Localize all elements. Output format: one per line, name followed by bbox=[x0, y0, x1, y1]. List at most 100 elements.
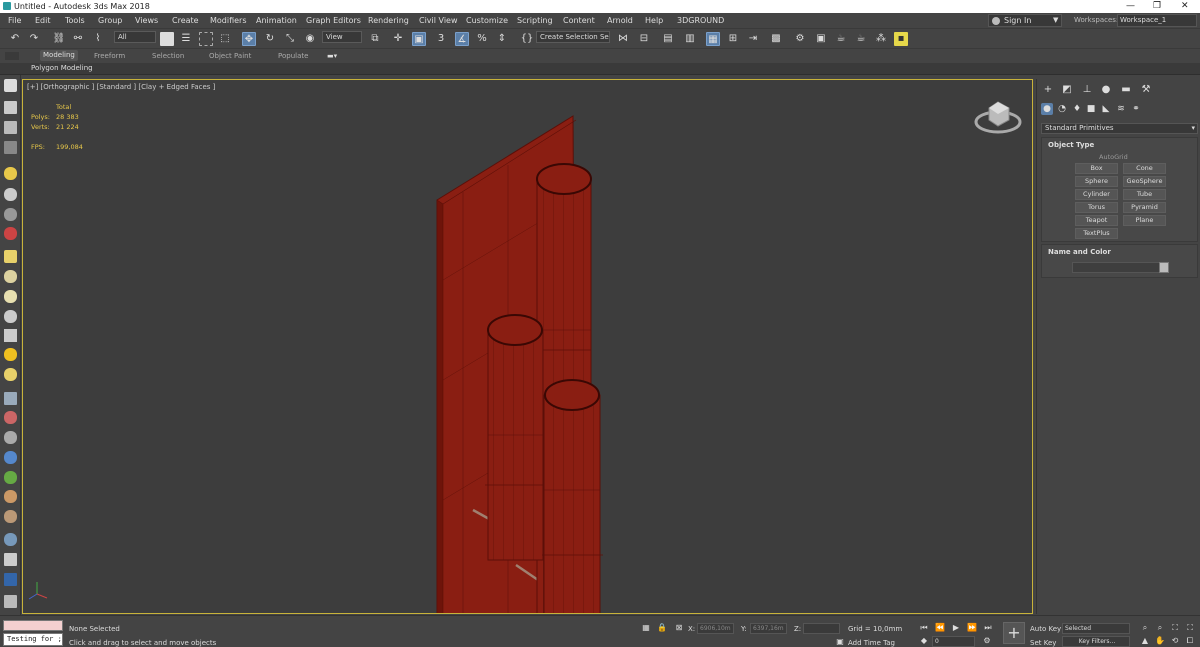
maximize-viewport-icon[interactable]: ⧠ bbox=[1185, 636, 1195, 646]
viewport[interactable]: [+] [Orthographic ] [Standard ] [Clay + … bbox=[22, 79, 1033, 614]
sun-icon[interactable] bbox=[4, 348, 17, 361]
cone-icon[interactable] bbox=[4, 329, 17, 342]
create-tab-icon[interactable]: + bbox=[1041, 83, 1055, 97]
undo-icon[interactable]: ↶ bbox=[8, 32, 22, 46]
go-to-end-icon[interactable]: ⏭ bbox=[983, 623, 993, 633]
hierarchy-tab-icon[interactable]: ⊥ bbox=[1080, 83, 1094, 97]
workspace-select[interactable]: Workspace_1 bbox=[1117, 14, 1197, 27]
material-sphere-icon[interactable] bbox=[4, 533, 17, 546]
polygon-modeling-label[interactable]: Polygon Modeling bbox=[31, 64, 93, 72]
torus-icon[interactable] bbox=[4, 310, 17, 323]
snaps-toggle-icon[interactable]: 3 bbox=[434, 32, 448, 46]
torus-button[interactable]: Torus bbox=[1075, 202, 1118, 213]
menu-content[interactable]: Content bbox=[563, 16, 595, 25]
menu-scripting[interactable]: Scripting bbox=[517, 16, 553, 25]
select-object-icon[interactable] bbox=[160, 32, 174, 46]
render-production-icon[interactable]: ☕ bbox=[834, 32, 848, 46]
key-mode-icon[interactable]: ◆ bbox=[919, 636, 929, 646]
minimize-button[interactable]: — bbox=[1126, 1, 1135, 11]
select-and-scale-icon[interactable]: ⤡ bbox=[283, 32, 297, 46]
play-icon[interactable]: ▶ bbox=[951, 623, 961, 633]
angle-snap-icon[interactable]: ∡ bbox=[455, 32, 469, 46]
globe-icon[interactable] bbox=[4, 451, 17, 464]
layout-grid-icon[interactable] bbox=[4, 121, 17, 134]
pivot-center-icon[interactable]: ⧉ bbox=[368, 32, 382, 46]
zoom-all-icon[interactable]: ⌕ bbox=[1155, 623, 1165, 633]
tab-freeform[interactable]: Freeform bbox=[94, 52, 125, 60]
menu-group[interactable]: Group bbox=[98, 16, 122, 25]
a360-gallery-icon[interactable]: ▪ bbox=[894, 32, 908, 46]
percent-snap-icon[interactable]: % bbox=[475, 32, 489, 46]
modify-tab-icon[interactable]: ◩ bbox=[1060, 83, 1074, 97]
object-color-swatch[interactable] bbox=[1159, 262, 1169, 273]
menu-file[interactable]: File bbox=[8, 16, 21, 25]
tab-modeling[interactable]: Modeling bbox=[40, 50, 78, 61]
cylinder-button[interactable]: Cylinder bbox=[1075, 189, 1118, 200]
tab-selection[interactable]: Selection bbox=[152, 52, 184, 60]
field-of-view-icon[interactable]: ▲ bbox=[1140, 636, 1150, 646]
key-filters-button[interactable]: Key Filters... bbox=[1062, 636, 1130, 647]
camera-icon[interactable] bbox=[4, 188, 17, 201]
primitive-category-select[interactable]: Standard Primitives ▾ bbox=[1041, 123, 1198, 134]
menu-edit[interactable]: Edit bbox=[35, 16, 51, 25]
cone-button[interactable]: Cone bbox=[1123, 163, 1166, 174]
menu-civil-view[interactable]: Civil View bbox=[419, 16, 458, 25]
light-bulb-icon[interactable] bbox=[4, 167, 17, 180]
selection-filter-select[interactable]: All bbox=[114, 31, 156, 43]
menu-help[interactable]: Help bbox=[645, 16, 663, 25]
z-coord-field[interactable] bbox=[803, 623, 840, 634]
unlink-icon[interactable]: ⚯ bbox=[71, 32, 85, 46]
tube-button[interactable]: Tube bbox=[1123, 189, 1166, 200]
next-frame-icon[interactable]: ⏩ bbox=[967, 623, 977, 633]
keyboard-shortcut-toggle-icon[interactable]: ▣ bbox=[412, 32, 426, 46]
spacewarp-icon[interactable] bbox=[4, 227, 17, 240]
curve-editor-icon[interactable]: ⊞ bbox=[726, 32, 740, 46]
tab-object-paint[interactable]: Object Paint bbox=[209, 52, 251, 60]
set-key-big-icon[interactable]: + bbox=[1003, 622, 1025, 644]
particle-icon[interactable] bbox=[4, 411, 17, 424]
selection-lock-icon[interactable]: 🔒 bbox=[657, 623, 667, 633]
disc-icon[interactable] bbox=[4, 368, 17, 381]
maxscript-output[interactable] bbox=[3, 620, 63, 631]
current-frame-field[interactable]: 0 bbox=[932, 636, 975, 647]
render-setup-side-icon[interactable] bbox=[4, 553, 17, 566]
manipulate-icon[interactable]: ✛ bbox=[391, 32, 405, 46]
plane-button[interactable]: Plane bbox=[1123, 215, 1166, 226]
helper-icon[interactable] bbox=[4, 208, 17, 221]
sphere-icon[interactable] bbox=[4, 290, 17, 303]
zoom-icon[interactable]: ⌕ bbox=[1140, 623, 1150, 633]
y-coord-field[interactable]: 6397,16m bbox=[750, 623, 787, 634]
render-setup-icon[interactable]: ⚙ bbox=[793, 32, 807, 46]
geometry-icon[interactable]: ● bbox=[1041, 103, 1053, 115]
bind-space-warp-icon[interactable]: ⌇ bbox=[91, 32, 105, 46]
autogrid-checkbox[interactable]: AutoGrid bbox=[1099, 153, 1128, 161]
object-type-title[interactable]: Object Type bbox=[1048, 141, 1094, 149]
restore-button[interactable]: ❐ bbox=[1153, 1, 1161, 11]
schematic-view-icon[interactable]: ⇥ bbox=[746, 32, 760, 46]
x-coord-field[interactable]: 6906,10m bbox=[697, 623, 734, 634]
go-to-start-icon[interactable]: ⏮ bbox=[919, 623, 929, 633]
motion-tab-icon[interactable]: ● bbox=[1099, 83, 1113, 97]
lights-icon[interactable]: ♦ bbox=[1071, 103, 1083, 115]
sphere-button[interactable]: Sphere bbox=[1075, 176, 1118, 187]
mirror-icon[interactable]: ⋈ bbox=[616, 32, 630, 46]
terrain-icon[interactable] bbox=[4, 490, 17, 503]
layout-tab-icon[interactable] bbox=[4, 101, 17, 114]
scene-states-icon[interactable] bbox=[4, 595, 17, 608]
isolate-selection-icon[interactable]: ▦ bbox=[641, 623, 651, 633]
object-name-input[interactable] bbox=[1072, 262, 1160, 273]
space-warps-icon[interactable]: ≋ bbox=[1115, 103, 1127, 115]
layer-explorer-icon[interactable]: ▥ bbox=[683, 32, 697, 46]
window-crossing-icon[interactable]: ⬚ bbox=[218, 32, 232, 46]
scene-explorer-icon[interactable]: ▤ bbox=[661, 32, 675, 46]
named-selection-set-select[interactable]: Create Selection Se bbox=[536, 31, 610, 43]
absolute-mode-icon[interactable]: ⊠ bbox=[674, 623, 684, 633]
render-iterative-icon[interactable]: ☕ bbox=[854, 32, 868, 46]
box-primitive-icon[interactable] bbox=[4, 250, 17, 263]
close-button[interactable]: ✕ bbox=[1181, 1, 1189, 11]
select-and-move-icon[interactable]: ✥ bbox=[242, 32, 256, 46]
spinner-snap-icon[interactable]: ⇕ bbox=[495, 32, 509, 46]
add-time-tag[interactable]: Add Time Tag bbox=[848, 639, 895, 647]
menu-graph-editors[interactable]: Graph Editors bbox=[306, 16, 361, 25]
menu-create[interactable]: Create bbox=[172, 16, 199, 25]
